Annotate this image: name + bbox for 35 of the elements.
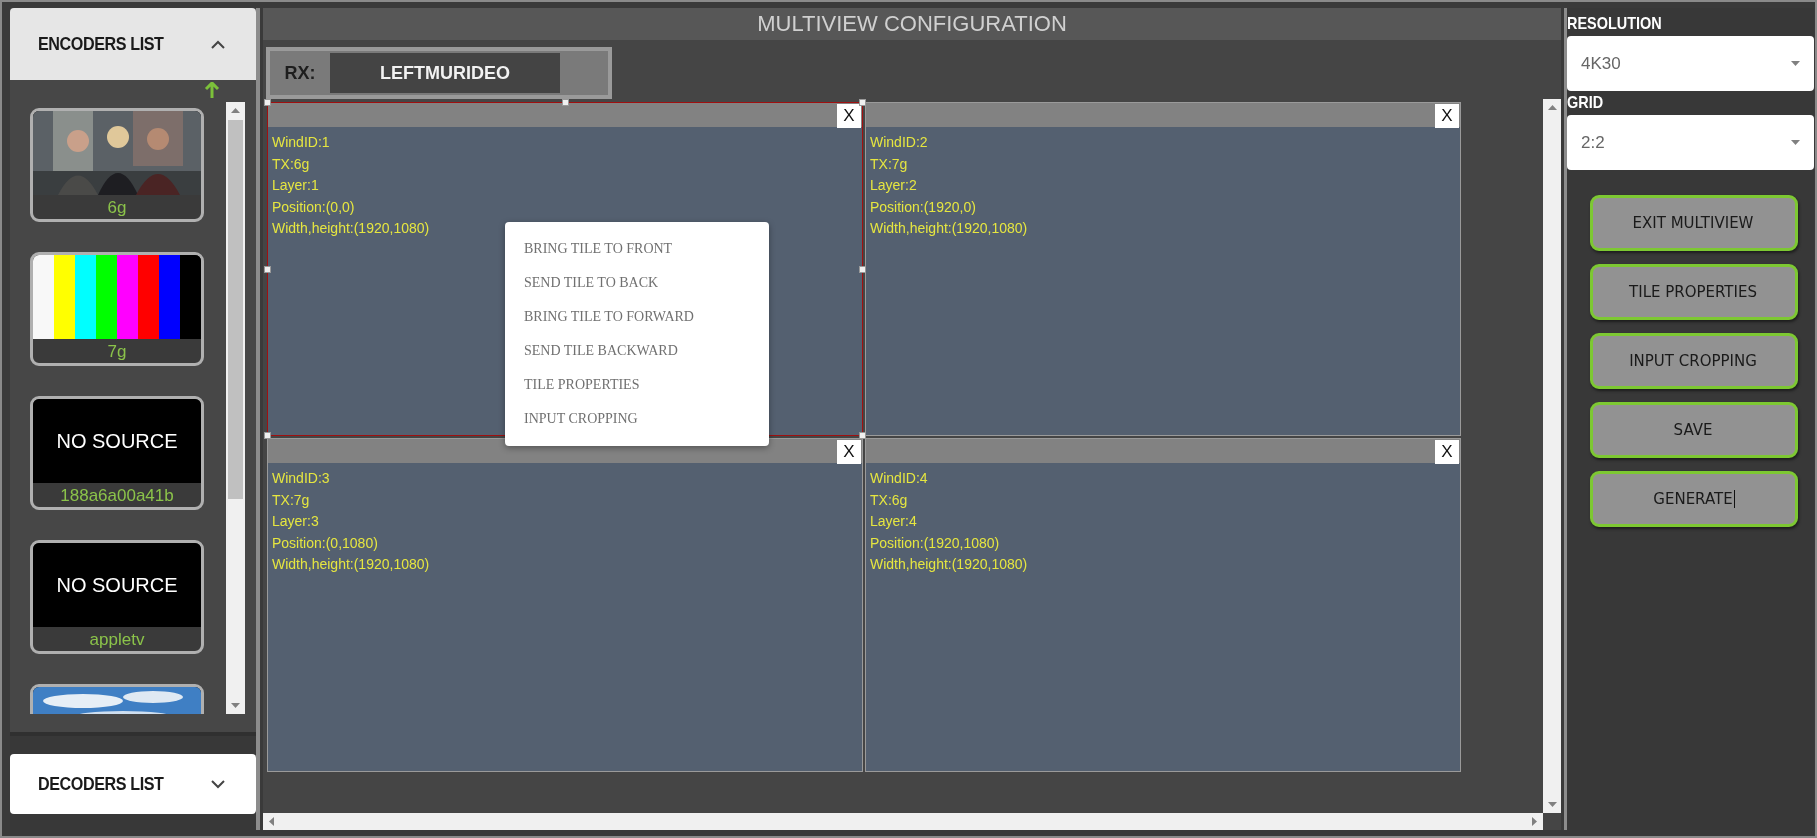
rx-value: LEFTMURIDEO: [330, 53, 560, 93]
panel-title: DECODERS LIST: [38, 773, 164, 795]
no-source-text: NO SOURCE: [56, 429, 178, 453]
tile-info: WindID:3: [272, 469, 331, 488]
tile-info: WindID:1: [272, 133, 331, 152]
tile-info: Width,height:(1920,1080): [272, 555, 431, 574]
tile-info: TX:6g: [870, 490, 909, 509]
tile-info: Position:(0,1080): [272, 533, 379, 552]
select-value: 2:2: [1581, 132, 1605, 153]
tile-info: Position:(1920,1080): [870, 533, 1001, 552]
page-title: MULTIVIEW CONFIGURATION: [757, 11, 1067, 37]
tile-info: Width,height:(1920,1080): [870, 219, 1029, 238]
tile-info: Position:(1920,0): [870, 197, 977, 216]
tile-info: Width,height:(1920,1080): [272, 219, 431, 238]
tile-info: Layer:4: [870, 512, 918, 531]
field-label: GRID: [1567, 93, 1604, 113]
tile-info: TX:6g: [272, 154, 311, 173]
encoder-name: 6g: [106, 197, 128, 219]
tile-info: Layer:1: [272, 176, 320, 195]
select-value: 4K30: [1581, 53, 1621, 74]
field-label: RESOLUTION: [1567, 14, 1662, 34]
no-source-text: NO SOURCE: [56, 573, 178, 597]
encoder-name: 188a6a00a41b: [59, 485, 175, 507]
tile-info: TX:7g: [272, 490, 311, 509]
panel-title: ENCODERS LIST: [38, 33, 164, 55]
tile-info: Width,height:(1920,1080): [870, 555, 1029, 574]
tile-info: WindID:4: [870, 469, 929, 488]
tile-info: Layer:2: [870, 176, 918, 195]
rx-label: RX:: [283, 61, 317, 85]
encoder-name: appletv: [88, 629, 146, 651]
tile-info: TX:7g: [870, 154, 909, 173]
tile-info: WindID:2: [870, 133, 929, 152]
encoder-name: 7g: [106, 341, 128, 363]
tile-info: Layer:3: [272, 512, 320, 531]
tile-info: Position:(0,0): [272, 197, 356, 216]
